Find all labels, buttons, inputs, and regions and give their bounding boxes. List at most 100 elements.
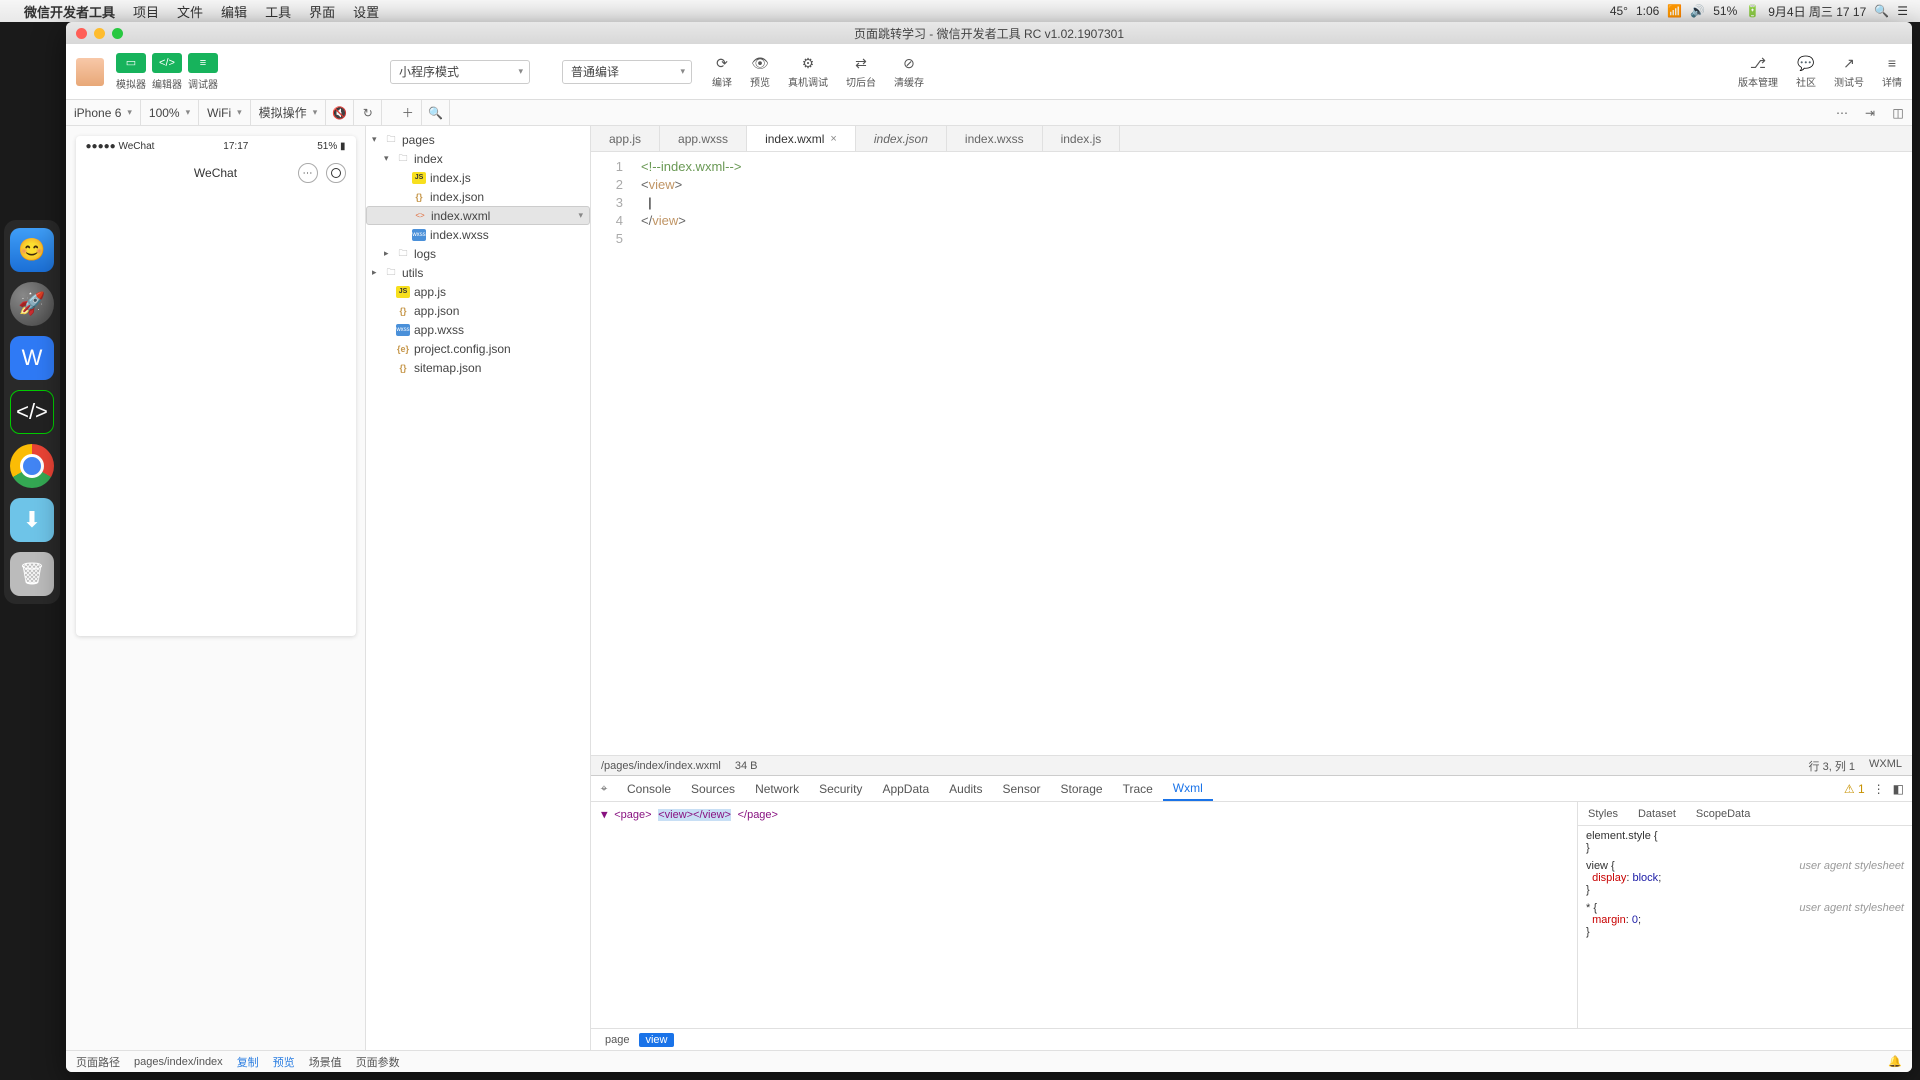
remote-debug-button[interactable]: ⚙真机调试 <box>788 54 828 89</box>
menu-tools[interactable]: 工具 <box>265 2 291 21</box>
vcs-button[interactable]: ⎇版本管理 <box>1738 54 1778 89</box>
folder-logs[interactable]: ▸🗀logs <box>366 244 590 263</box>
menubar-appname[interactable]: 微信开发者工具 <box>24 2 115 21</box>
dt-audits[interactable]: Audits <box>939 776 992 801</box>
menu-file[interactable]: 文件 <box>177 2 203 21</box>
preview-link[interactable]: 预览 <box>273 1054 295 1070</box>
folder-pages[interactable]: ▾🗀pages <box>366 130 590 149</box>
warning-badge[interactable]: ⚠ 1 <box>1844 782 1865 796</box>
dock-downloads[interactable]: ⬇ <box>10 498 54 542</box>
code-editor[interactable]: 12345 <!--index.wxml--> <view> | </view> <box>591 152 1912 755</box>
capsule-close-icon[interactable] <box>326 163 346 183</box>
clear-cache-button[interactable]: ⊘清缓存 <box>894 54 924 89</box>
tab-close-icon[interactable]: × <box>830 133 836 145</box>
dock-launchpad[interactable]: 🚀 <box>10 282 54 326</box>
menu-settings[interactable]: 设置 <box>353 2 379 21</box>
compile-actions: ⟳编译 👁预览 ⚙真机调试 ⇄切后台 ⊘清缓存 <box>712 54 924 89</box>
mode-debugger[interactable]: ≡调试器 <box>188 53 218 91</box>
close-icon[interactable] <box>76 28 87 39</box>
tab-index-js[interactable]: index.js <box>1043 126 1121 151</box>
crumb-page[interactable]: page <box>599 1033 635 1047</box>
compile-button[interactable]: ⟳编译 <box>712 54 732 89</box>
volume-icon[interactable]: 🔊 <box>1690 4 1705 18</box>
file-app-wxss[interactable]: wxssapp.wxss <box>366 320 590 339</box>
dock-trash[interactable]: 🗑 <box>10 552 54 596</box>
folder-index[interactable]: ▾🗀index <box>366 149 590 168</box>
dt-dock-icon[interactable]: ◧ <box>1893 782 1904 796</box>
element-picker-icon[interactable]: ⌖ <box>591 781 617 796</box>
file-index-js[interactable]: JSindex.js <box>366 168 590 187</box>
sim-action-select[interactable]: 模拟操作 <box>251 100 327 125</box>
community-button[interactable]: 💬社区 <box>1796 54 1816 89</box>
network-select[interactable]: WiFi <box>199 100 251 125</box>
dt-more-icon[interactable]: ⋮ <box>1873 782 1885 796</box>
tab-index-wxml[interactable]: index.wxml× <box>747 126 856 151</box>
file-index-wxml[interactable]: <>index.wxml <box>366 206 590 225</box>
file-index-json[interactable]: {}index.json <box>366 187 590 206</box>
minimize-icon[interactable] <box>94 28 105 39</box>
rotate-icon[interactable]: ↻ <box>354 100 382 125</box>
dt-sensor[interactable]: Sensor <box>993 776 1051 801</box>
tab-index-json[interactable]: index.json <box>856 126 947 151</box>
search-icon[interactable]: 🔍 <box>422 100 450 125</box>
menu-icon[interactable]: ☰ <box>1897 4 1908 18</box>
dt-console[interactable]: Console <box>617 776 681 801</box>
crumb-view[interactable]: view <box>639 1033 673 1047</box>
more-icon[interactable]: ⋯ <box>1828 100 1856 125</box>
st-dataset[interactable]: Dataset <box>1628 808 1686 820</box>
mode-editor[interactable]: </>编辑器 <box>152 53 182 91</box>
dt-sources[interactable]: Sources <box>681 776 745 801</box>
dt-trace[interactable]: Trace <box>1113 776 1163 801</box>
file-sitemap[interactable]: {}sitemap.json <box>366 358 590 377</box>
dt-storage[interactable]: Storage <box>1051 776 1113 801</box>
maximize-icon[interactable] <box>112 28 123 39</box>
capsule-menu-icon[interactable]: ⋯ <box>298 163 318 183</box>
dt-security[interactable]: Security <box>809 776 872 801</box>
tab-app-js[interactable]: app.js <box>591 126 660 151</box>
file-app-js[interactable]: JSapp.js <box>366 282 590 301</box>
dock-chrome[interactable] <box>10 444 54 488</box>
new-tab-icon[interactable]: ＋ <box>394 100 422 125</box>
dt-appdata[interactable]: AppData <box>872 776 939 801</box>
dock-finder[interactable]: 😊 <box>10 228 54 272</box>
dock-devtools[interactable]: </> <box>10 390 54 434</box>
elements-tree[interactable]: ▼ <page> <view></view> </page> <box>591 802 1577 1028</box>
user-avatar[interactable] <box>76 58 104 86</box>
file-project-config[interactable]: {e}project.config.json <box>366 339 590 358</box>
search-icon[interactable]: 🔍 <box>1874 4 1889 18</box>
menu-project[interactable]: 项目 <box>133 2 159 21</box>
zoom-select[interactable]: 100% <box>141 100 199 125</box>
testno-button[interactable]: ↗测试号 <box>1834 54 1864 89</box>
menu-edit[interactable]: 编辑 <box>221 2 247 21</box>
dt-network[interactable]: Network <box>745 776 809 801</box>
wifi-icon[interactable]: 📶 <box>1667 4 1682 18</box>
bell-icon[interactable]: 🔔 <box>1888 1055 1902 1068</box>
device-select[interactable]: iPhone 6 <box>66 100 141 125</box>
st-styles[interactable]: Styles <box>1578 808 1628 820</box>
tab-app-wxss[interactable]: app.wxss <box>660 126 747 151</box>
styles-rules[interactable]: element.style {} user agent stylesheetvi… <box>1578 826 1912 1028</box>
background-button[interactable]: ⇄切后台 <box>846 54 876 89</box>
code-lines[interactable]: <!--index.wxml--> <view> | </view> <box>631 152 1912 755</box>
preview-button[interactable]: 👁预览 <box>750 54 770 89</box>
collapse-icon[interactable]: ⇥ <box>1856 100 1884 125</box>
window-titlebar[interactable]: 页面跳转学习 - 微信开发者工具 RC v1.02.1907301 <box>66 22 1912 44</box>
status-date[interactable]: 9月4日 周三 17 17 <box>1768 3 1866 20</box>
dt-wxml[interactable]: Wxml <box>1163 776 1213 801</box>
app-mode-select[interactable]: 小程序模式 <box>390 60 530 84</box>
compile-mode-select[interactable]: 普通编译 <box>562 60 692 84</box>
copy-link[interactable]: 复制 <box>237 1054 259 1070</box>
mute-icon[interactable]: 🔇 <box>326 100 354 125</box>
file-app-json[interactable]: {}app.json <box>366 301 590 320</box>
detail-button[interactable]: ≡详情 <box>1882 54 1902 89</box>
scene-label[interactable]: 场景值 <box>309 1054 342 1070</box>
dock-wps[interactable]: W <box>10 336 54 380</box>
split-icon[interactable]: ◫ <box>1884 100 1912 125</box>
tab-index-wxss[interactable]: index.wxss <box>947 126 1043 151</box>
menu-ui[interactable]: 界面 <box>309 2 335 21</box>
mode-simulator[interactable]: ▭模拟器 <box>116 53 146 91</box>
file-index-wxss[interactable]: wxssindex.wxss <box>366 225 590 244</box>
st-scopedata[interactable]: ScopeData <box>1686 808 1760 820</box>
folder-utils[interactable]: ▸🗀utils <box>366 263 590 282</box>
params-label[interactable]: 页面参数 <box>356 1054 400 1070</box>
